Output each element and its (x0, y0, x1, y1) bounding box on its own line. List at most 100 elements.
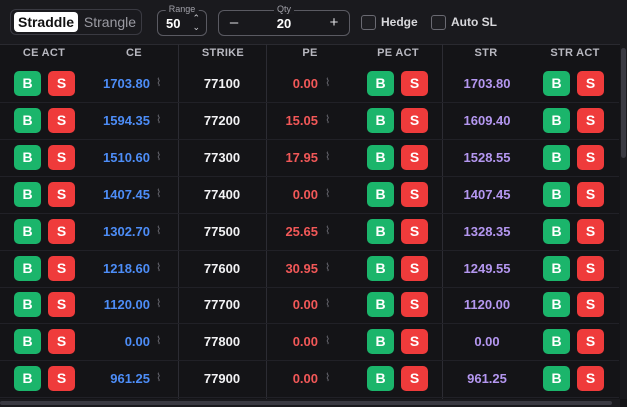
chart-line-icon[interactable]: ⌇ (156, 371, 161, 384)
straddle-price: 1120.00 (463, 297, 511, 313)
chart-line-icon[interactable]: ⌇ (156, 150, 161, 163)
chart-line-icon[interactable]: ⌇ (156, 261, 161, 274)
pe-buy-button[interactable]: B (367, 181, 394, 207)
ce-sell-button[interactable]: S (48, 255, 75, 281)
pe-sell-button[interactable]: S (401, 292, 428, 318)
str-buy-button[interactable]: B (543, 218, 570, 244)
chart-line-icon[interactable]: ⌇ (156, 187, 161, 200)
ce-price: 1703.80 (103, 76, 150, 91)
qty-stepper: Qty – 20 + (218, 4, 350, 36)
strike-price: 77400 (203, 186, 241, 202)
pe-price: 0.00 (292, 297, 318, 313)
pe-sell-button[interactable]: S (401, 218, 428, 244)
chart-line-icon[interactable]: ⌇ (325, 187, 330, 200)
str-buy-button[interactable]: B (543, 366, 570, 392)
str-buy-button[interactable]: B (543, 181, 570, 207)
str-buy-button[interactable]: B (543, 292, 570, 318)
chart-line-icon[interactable]: ⌇ (156, 334, 161, 347)
table-row: B S 0.00 ⌇ 77800 0.00 ⌇ B S 0.00 B S (0, 324, 619, 362)
pe-buy-button[interactable]: B (367, 366, 394, 392)
chart-line-icon[interactable]: ⌇ (156, 76, 161, 89)
table-row: B S 1703.80 ⌇ 77100 0.00 ⌇ B S 1703.80 B S (0, 66, 619, 103)
scrollbar-thumb[interactable] (0, 401, 612, 405)
hedge-checkbox[interactable]: Hedge (361, 15, 423, 31)
ce-sell-button[interactable]: S (48, 181, 75, 207)
chart-line-icon[interactable]: ⌇ (156, 297, 161, 310)
mode-toggle: Straddle Strangle (10, 9, 142, 35)
ce-sell-button[interactable]: S (48, 107, 75, 133)
ce-sell-button[interactable]: S (48, 329, 75, 355)
autosl-checkbox[interactable]: Auto SL (431, 15, 501, 31)
range-select[interactable]: Range 50 ⌃ ⌄ (157, 4, 207, 36)
ce-buy-button[interactable]: B (14, 292, 41, 318)
header-ce-act: CE ACT (22, 47, 66, 59)
str-sell-button[interactable]: S (577, 292, 604, 318)
pe-buy-button[interactable]: B (367, 255, 394, 281)
str-buy-button[interactable]: B (543, 107, 570, 133)
pe-sell-button[interactable]: S (401, 255, 428, 281)
chart-line-icon[interactable]: ⌇ (325, 224, 330, 237)
ce-buy-button[interactable]: B (14, 181, 41, 207)
str-sell-button[interactable]: S (577, 144, 604, 170)
ce-price: 961.25 (110, 371, 150, 387)
chart-line-icon[interactable]: ⌇ (325, 150, 330, 163)
ce-sell-button[interactable]: S (48, 144, 75, 170)
pe-sell-button[interactable]: S (401, 366, 428, 392)
pe-sell-button[interactable]: S (401, 107, 428, 133)
str-sell-button[interactable]: S (577, 107, 604, 133)
chart-line-icon[interactable]: ⌇ (156, 113, 161, 126)
pe-sell-button[interactable]: S (401, 71, 428, 96)
chart-line-icon[interactable]: ⌇ (325, 334, 330, 347)
str-sell-button[interactable]: S (577, 71, 604, 96)
autosl-checkbox-box[interactable] (431, 15, 446, 30)
chart-line-icon[interactable]: ⌇ (325, 371, 330, 384)
pe-sell-button[interactable]: S (401, 181, 428, 207)
ce-buy-button[interactable]: B (14, 366, 41, 392)
pe-sell-button[interactable]: S (401, 144, 428, 170)
ce-buy-button[interactable]: B (14, 329, 41, 355)
straddle-price: 1703.80 (463, 76, 511, 91)
ce-buy-button[interactable]: B (14, 71, 41, 96)
ce-buy-button[interactable]: B (14, 107, 41, 133)
header-ce: CE (126, 47, 142, 59)
pe-buy-button[interactable]: B (367, 218, 394, 244)
chart-line-icon[interactable]: ⌇ (325, 297, 330, 310)
ce-buy-button[interactable]: B (14, 218, 41, 244)
mode-straddle-button[interactable]: Straddle (14, 12, 78, 32)
straddle-price: 1249.55 (463, 260, 511, 276)
ce-sell-button[interactable]: S (48, 292, 75, 318)
str-sell-button[interactable]: S (577, 329, 604, 355)
scrollbar-thumb[interactable] (621, 48, 626, 158)
chart-line-icon[interactable]: ⌇ (325, 113, 330, 126)
hedge-checkbox-box[interactable] (361, 15, 376, 30)
ce-buy-button[interactable]: B (14, 255, 41, 281)
range-value: 50 (166, 16, 181, 31)
pe-buy-button[interactable]: B (367, 144, 394, 170)
ce-buy-button[interactable]: B (14, 144, 41, 170)
str-sell-button[interactable]: S (577, 181, 604, 207)
chart-line-icon[interactable]: ⌇ (325, 76, 330, 89)
chart-line-icon[interactable]: ⌇ (156, 224, 161, 237)
str-buy-button[interactable]: B (543, 255, 570, 281)
pe-sell-button[interactable]: S (401, 329, 428, 355)
horizontal-scrollbar[interactable] (0, 399, 620, 407)
pe-buy-button[interactable]: B (367, 71, 394, 96)
pe-buy-button[interactable]: B (367, 107, 394, 133)
ce-price: 1407.45 (103, 186, 150, 202)
ce-sell-button[interactable]: S (48, 71, 75, 96)
pe-buy-button[interactable]: B (367, 292, 394, 318)
str-sell-button[interactable]: S (577, 366, 604, 392)
mode-strangle-button[interactable]: Strangle (81, 12, 139, 32)
str-sell-button[interactable]: S (577, 218, 604, 244)
ce-sell-button[interactable]: S (48, 366, 75, 392)
pe-buy-button[interactable]: B (367, 329, 394, 355)
str-buy-button[interactable]: B (543, 329, 570, 355)
str-buy-button[interactable]: B (543, 144, 570, 170)
vertical-scrollbar[interactable] (620, 44, 627, 399)
ce-sell-button[interactable]: S (48, 218, 75, 244)
str-buy-button[interactable]: B (543, 71, 570, 96)
table-header: CE ACT CE STRIKE PE PE ACT STR STR ACT (0, 44, 619, 66)
chart-line-icon[interactable]: ⌇ (325, 261, 330, 274)
str-sell-button[interactable]: S (577, 255, 604, 281)
qty-increment-button[interactable]: + (325, 14, 343, 32)
